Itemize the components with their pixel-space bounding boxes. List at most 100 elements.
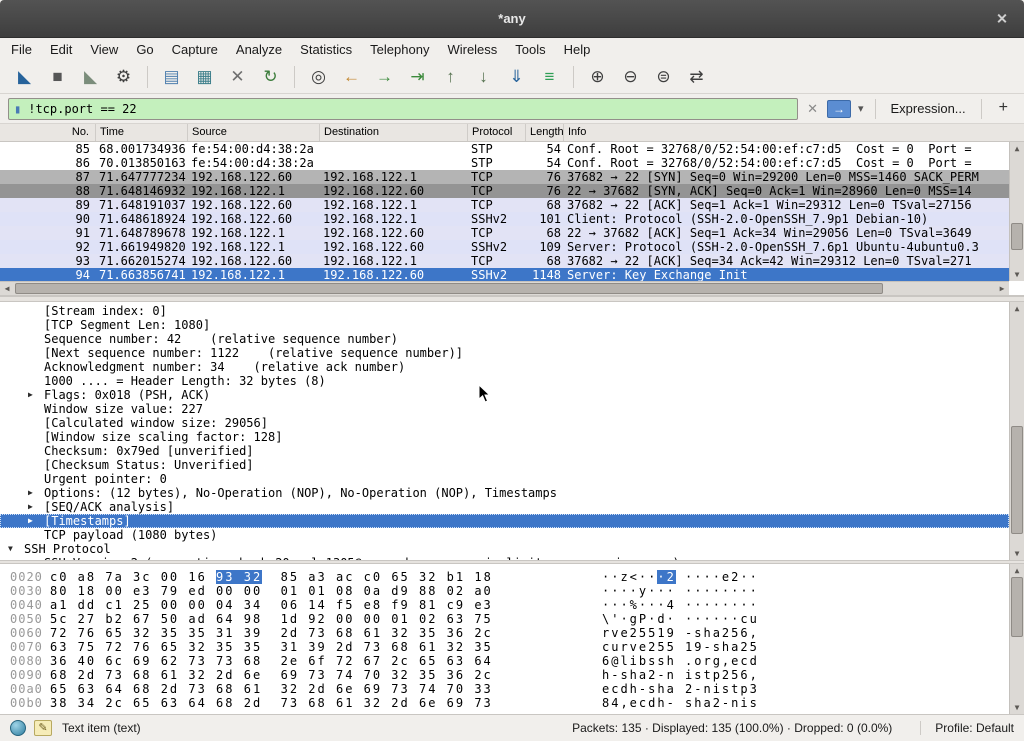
close-capture-file-button[interactable]: ✕ [222, 63, 253, 91]
scroll-up-icon[interactable]: ▲ [1010, 142, 1024, 155]
go-to-top-button[interactable]: ↑ [435, 63, 466, 91]
expression-button[interactable]: Expression... [885, 101, 972, 116]
menu-analyze[interactable]: Analyze [227, 40, 291, 59]
zoom-original-button[interactable]: ⊜ [648, 63, 679, 91]
detail-line[interactable]: [TCP Segment Len: 1080] [0, 318, 1009, 332]
close-window-button[interactable]: ✕ [992, 10, 1012, 27]
menu-go[interactable]: Go [127, 40, 162, 59]
filter-apply-button[interactable]: → [827, 100, 851, 118]
menu-view[interactable]: View [81, 40, 127, 59]
scroll-up-icon[interactable]: ▲ [1010, 302, 1024, 315]
menu-tools[interactable]: Tools [506, 40, 554, 59]
detail-line[interactable]: TCP payload (1080 bytes) [0, 528, 1009, 542]
resize-columns-button[interactable]: ⇄ [681, 63, 712, 91]
scroll-down-icon[interactable]: ▼ [1010, 701, 1024, 714]
bytes-vscrollbar[interactable]: ▲ ▼ [1009, 564, 1024, 714]
packet-row-93[interactable]: 9371.662015274192.168.122.60192.168.122.… [0, 254, 1009, 268]
scroll-left-icon[interactable]: ◀ [0, 282, 14, 295]
hex-row-0090[interactable]: 009068 2d 73 68 61 32 2d 6e 69 73 74 70 … [0, 668, 1009, 682]
expand-icon[interactable]: ▶ [28, 388, 44, 402]
menu-help[interactable]: Help [555, 40, 600, 59]
detail-line[interactable]: Checksum: 0x79ed [unverified] [0, 444, 1009, 458]
open-capture-file-button[interactable]: ▤ [156, 63, 187, 91]
hex-row-0020[interactable]: 0020c0 a8 7a 3c 00 16 93 32 85 a3 ac c0 … [0, 570, 1009, 584]
column-header-no[interactable]: No. [0, 124, 96, 141]
column-header-protocol[interactable]: Protocol [468, 124, 526, 141]
colorize-packets-button[interactable]: ≡ [534, 63, 565, 91]
packet-row-91[interactable]: 9171.648789678192.168.122.1192.168.122.6… [0, 226, 1009, 240]
detail-line[interactable]: ▼SSH Protocol [0, 542, 1009, 556]
detail-line[interactable]: [Stream index: 0] [0, 304, 1009, 318]
column-header-destination[interactable]: Destination [320, 124, 468, 141]
scrollbar-thumb[interactable] [1011, 223, 1023, 251]
go-forward-button[interactable]: → [369, 63, 400, 91]
scrollbar-thumb[interactable] [1011, 577, 1023, 637]
menu-file[interactable]: File [2, 40, 41, 59]
zoom-out-button[interactable]: ⊖ [615, 63, 646, 91]
stop-capture-button[interactable]: ■ [42, 63, 73, 91]
menu-statistics[interactable]: Statistics [291, 40, 361, 59]
scrollbar-thumb[interactable] [1011, 426, 1023, 534]
packet-row-89[interactable]: 8971.648191037192.168.122.60192.168.122.… [0, 198, 1009, 212]
restart-capture-button[interactable]: ◣ [75, 63, 106, 91]
capture-comment-icon[interactable]: ✎ [34, 720, 52, 736]
column-header-length[interactable]: Length [526, 124, 564, 141]
hex-row-00a0[interactable]: 00a065 63 64 68 2d 73 68 61 32 2d 6e 69 … [0, 682, 1009, 696]
detail-line[interactable]: [Window size scaling factor: 128] [0, 430, 1009, 444]
bookmark-icon[interactable]: ▮ [14, 102, 21, 116]
expand-icon[interactable]: ▼ [8, 542, 24, 556]
detail-line[interactable]: ▶Options: (12 bytes), No-Operation (NOP)… [0, 486, 1009, 500]
detail-line[interactable]: 1000 .... = Header Length: 32 bytes (8) [0, 374, 1009, 388]
detail-line[interactable]: ▶Flags: 0x018 (PSH, ACK) [0, 388, 1009, 402]
packet-row-90[interactable]: 9071.648618924192.168.122.60192.168.122.… [0, 212, 1009, 226]
scrollbar-thumb[interactable] [15, 283, 883, 294]
packet-row-86[interactable]: 8670.013850163fe:54:00:d4:38:2aSTP54Conf… [0, 156, 1009, 170]
detail-line[interactable]: [Next sequence number: 1122 (relative se… [0, 346, 1009, 360]
display-filter-entry[interactable]: ▮ !tcp.port == 22 [8, 98, 798, 120]
hex-row-0060[interactable]: 006072 76 65 32 35 35 31 39 2d 73 68 61 … [0, 626, 1009, 640]
menu-capture[interactable]: Capture [163, 40, 227, 59]
column-header-time[interactable]: Time [96, 124, 188, 141]
hex-row-0070[interactable]: 007063 75 72 76 65 32 35 35 31 39 2d 73 … [0, 640, 1009, 654]
detail-line[interactable]: [Checksum Status: Unverified] [0, 458, 1009, 472]
auto-scroll-button[interactable]: ⇓ [501, 63, 532, 91]
expand-icon[interactable]: ▶ [28, 500, 44, 514]
go-to-bottom-button[interactable]: ↓ [468, 63, 499, 91]
packet-row-92[interactable]: 9271.661949820192.168.122.1192.168.122.6… [0, 240, 1009, 254]
column-header-info[interactable]: Info [564, 124, 1024, 141]
detail-line[interactable]: [Calculated window size: 29056] [0, 416, 1009, 430]
detail-line[interactable]: ▶[SEQ/ACK analysis] [0, 500, 1009, 514]
packet-list-hscrollbar[interactable]: ◀ ▶ [0, 281, 1009, 295]
menu-edit[interactable]: Edit [41, 40, 81, 59]
hex-row-0030[interactable]: 003080 18 00 e3 79 ed 00 00 01 01 08 0a … [0, 584, 1009, 598]
filter-dropdown-icon[interactable]: ▾ [856, 102, 866, 115]
go-to-packet-button[interactable]: ⇥ [402, 63, 433, 91]
detail-line[interactable]: Acknowledgment number: 34 (relative ack … [0, 360, 1009, 374]
profile-status[interactable]: Profile: Default [920, 721, 1014, 735]
packet-row-87[interactable]: 8771.647777234192.168.122.60192.168.122.… [0, 170, 1009, 184]
save-capture-file-button[interactable]: ▦ [189, 63, 220, 91]
menu-wireless[interactable]: Wireless [438, 40, 506, 59]
column-header-source[interactable]: Source [188, 124, 320, 141]
reload-capture-file-button[interactable]: ↻ [255, 63, 286, 91]
hex-row-0040[interactable]: 0040a1 dd c1 25 00 00 04 34 06 14 f5 e8 … [0, 598, 1009, 612]
hex-row-0080[interactable]: 008036 40 6c 69 62 73 73 68 2e 6f 72 67 … [0, 654, 1009, 668]
detail-line[interactable]: Window size value: 227 [0, 402, 1009, 416]
add-filter-button[interactable]: + [991, 99, 1016, 119]
detail-line[interactable]: Urgent pointer: 0 [0, 472, 1009, 486]
detail-line[interactable]: ▶[Timestamps] [0, 514, 1009, 528]
hex-row-0050[interactable]: 00505c 27 b2 67 50 ad 64 98 1d 92 00 00 … [0, 612, 1009, 626]
zoom-in-button[interactable]: ⊕ [582, 63, 613, 91]
details-vscrollbar[interactable]: ▲ ▼ [1009, 302, 1024, 560]
go-back-button[interactable]: ← [336, 63, 367, 91]
menu-telephony[interactable]: Telephony [361, 40, 438, 59]
detail-line[interactable]: Sequence number: 42 (relative sequence n… [0, 332, 1009, 346]
titlebar[interactable]: *any ✕ [0, 0, 1024, 38]
expand-icon[interactable]: ▶ [28, 514, 44, 528]
find-packet-button[interactable]: ◎ [303, 63, 334, 91]
expert-info-icon[interactable] [10, 720, 26, 736]
start-capture-button[interactable]: ◣ [9, 63, 40, 91]
capture-options-button[interactable]: ⚙ [108, 63, 139, 91]
packet-row-94[interactable]: 9471.663856741192.168.122.1192.168.122.6… [0, 268, 1009, 282]
expand-icon[interactable]: ▶ [28, 486, 44, 500]
